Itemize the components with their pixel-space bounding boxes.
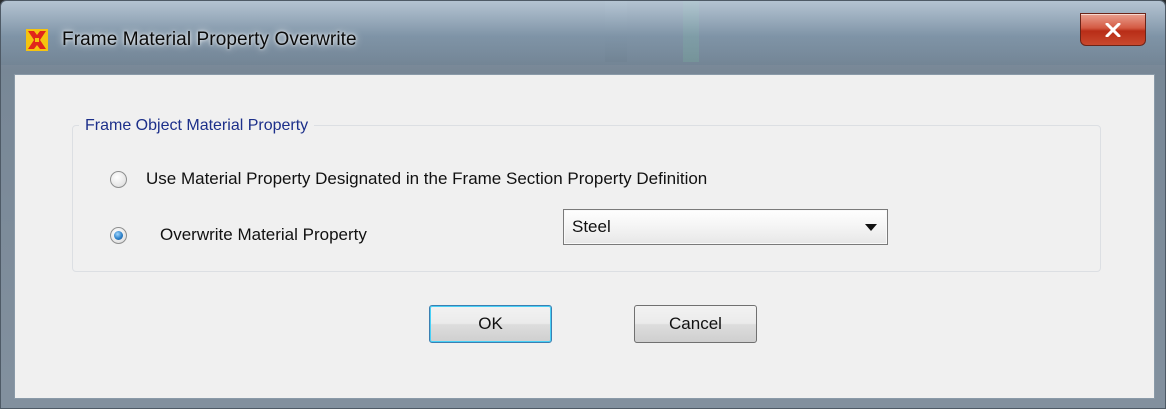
material-property-group (72, 125, 1101, 272)
material-select-value: Steel (572, 217, 611, 236)
overwrite-label[interactable]: Overwrite Material Property (160, 225, 367, 245)
close-button[interactable] (1080, 13, 1146, 46)
dialog-client-area: Frame Object Material Property Use Mater… (14, 74, 1155, 399)
chevron-down-icon[interactable] (865, 224, 877, 231)
use-designated-option[interactable]: Use Material Property Designated in the … (110, 169, 707, 189)
ok-button[interactable]: OK (429, 305, 552, 343)
dialog-window: Frame Material Property Overwrite Frame … (0, 0, 1166, 409)
use-designated-label[interactable]: Use Material Property Designated in the … (146, 169, 707, 189)
material-select[interactable]: Steel (563, 209, 888, 245)
group-legend: Frame Object Material Property (79, 117, 315, 135)
overwrite-option[interactable]: Overwrite Material Property (110, 225, 367, 245)
cancel-button[interactable]: Cancel (634, 305, 757, 343)
app-icon (26, 29, 48, 51)
overwrite-radio[interactable] (110, 226, 127, 244)
window-title: Frame Material Property Overwrite (62, 29, 357, 50)
close-icon (1105, 22, 1121, 37)
use-designated-radio[interactable] (110, 170, 127, 188)
